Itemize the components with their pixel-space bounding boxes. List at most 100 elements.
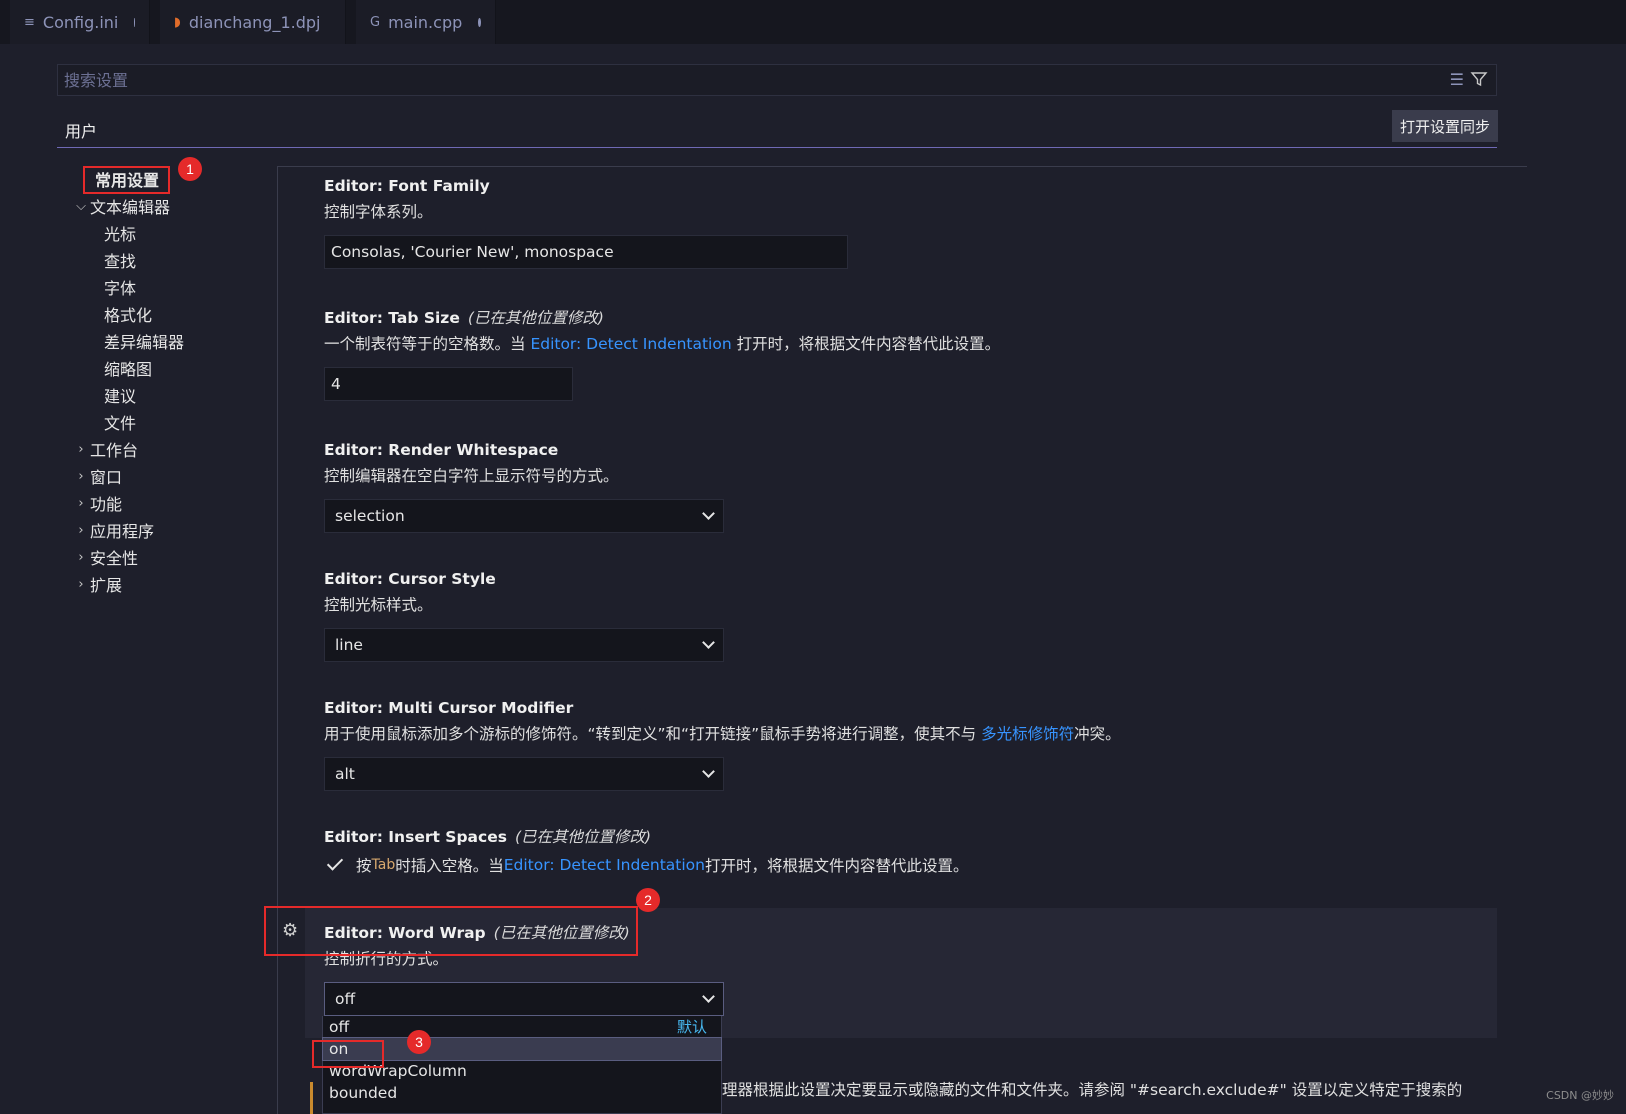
multi-cursor-modifier-link[interactable]: 多光标修饰符 [981, 725, 1074, 743]
tab-key-code: Tab [371, 857, 396, 873]
toc-item-text-editor[interactable]: ⌵ 文本编辑器 [72, 193, 170, 219]
chevron-down-icon [702, 507, 715, 520]
rss-icon: ◗ [174, 14, 181, 30]
desc-text: 打开时，将根据文件内容替代此设置。 [704, 857, 969, 875]
word-wrap-select[interactable]: off [324, 982, 724, 1016]
tab-main-cpp[interactable]: G main.cpp [356, 0, 496, 44]
toc-item-minimap[interactable]: 缩略图 [104, 355, 152, 381]
partial-setting-description: 理器根据此设置决定要显示或隐藏的文件和文件夹。请参阅 "#search.excl… [722, 1081, 1463, 1099]
setting-font-family: Editor: Font Family 控制字体系列。 [324, 173, 848, 269]
lines-icon: ≡ [24, 14, 35, 30]
option-label: off [329, 1018, 350, 1036]
settings-search-input[interactable] [58, 65, 1398, 95]
toc-item-files[interactable]: 文件 [104, 409, 136, 435]
toc-label: 缩略图 [104, 360, 153, 379]
desc-text: 打开时，将根据文件内容替代此设置。 [731, 335, 1001, 353]
font-family-input[interactable] [324, 235, 848, 269]
insert-spaces-row: 按 Tab 时插入空格。当 Editor: Detect Indentation… [324, 850, 968, 880]
setting-description: 用于使用鼠标添加多个游标的修饰符。“转到定义”和“打开链接”鼠标手势将进行调整，… [324, 721, 1121, 747]
dropdown-option-bounded[interactable]: bounded [323, 1082, 721, 1104]
settings-sync-button[interactable]: 打开设置同步 [1392, 110, 1498, 142]
clear-filter-icon[interactable]: ☰ [1450, 70, 1464, 89]
toc-item-cursor[interactable]: 光标 [104, 220, 136, 246]
select-value: line [335, 636, 363, 654]
detect-indentation-link[interactable]: Editor: Detect Indentation [530, 335, 731, 353]
annotation-box-2 [264, 906, 638, 956]
chevron-right-icon: › [78, 495, 84, 511]
setting-description: 控制光标样式。 [324, 596, 433, 614]
filter-icon[interactable] [1470, 70, 1488, 88]
select-value: off [335, 990, 356, 1008]
desc-text: 按 [356, 857, 372, 875]
toc-label: 查找 [104, 252, 137, 271]
unsaved-dot-icon[interactable] [478, 17, 481, 27]
chevron-down-icon: ⌵ [76, 198, 86, 214]
tab-underline [57, 147, 1497, 148]
toc-item-font[interactable]: 字体 [104, 274, 136, 300]
toc-divider [277, 166, 278, 1114]
toc-label: 字体 [104, 279, 137, 298]
chevron-right-icon: › [78, 576, 84, 592]
chevron-right-icon: › [78, 522, 84, 538]
setting-title: Editor: Cursor Style [324, 570, 496, 588]
toc-label: 应用程序 [90, 522, 155, 541]
cursor-style-select[interactable]: line [324, 628, 724, 662]
detect-indentation-link[interactable]: Editor: Detect Indentation [504, 856, 705, 874]
toc-item-suggest[interactable]: 建议 [104, 382, 136, 408]
dropdown-option-off[interactable]: off 默认 [323, 1016, 721, 1038]
desc-text: 一个制表符等于的空格数。当 [324, 335, 531, 353]
tab-dianchang-dpj[interactable]: ◗ dianchang_1.dpj [160, 0, 346, 44]
option-label: bounded [329, 1084, 398, 1102]
setting-render-whitespace: Editor: Render Whitespace 控制编辑器在空白字符上显示符… [324, 437, 724, 533]
setting-title: Editor: Tab Size (已在其他位置修改) [324, 305, 1000, 331]
annotation-badge-3: 3 [407, 1030, 431, 1054]
modified-elsewhere-label[interactable]: (已在其他位置修改) [468, 309, 604, 327]
unsaved-dot-icon[interactable] [134, 17, 135, 27]
modified-elsewhere-label[interactable]: (已在其他位置修改) [515, 828, 651, 846]
tab-size-input[interactable] [324, 367, 573, 401]
toc-item-application[interactable]: › 应用程序 [72, 517, 154, 543]
toc-item-format[interactable]: 格式化 [104, 301, 152, 327]
render-whitespace-select[interactable]: selection [324, 499, 724, 533]
toc-item-security[interactable]: › 安全性 [72, 544, 138, 570]
desc-text: 冲突。 [1074, 725, 1121, 743]
annotation-badge-1: 1 [178, 157, 202, 181]
select-value: alt [335, 765, 355, 783]
chevron-right-icon: › [78, 441, 84, 457]
toc-label: 窗口 [90, 468, 123, 487]
desc-text: 用于使用鼠标添加多个游标的修饰符。“转到定义”和“打开链接”鼠标手势将进行调整，… [324, 725, 982, 743]
tab-config-ini[interactable]: ≡ Config.ini [10, 0, 150, 44]
tab-label: dianchang_1.dpj [188, 12, 321, 32]
chevron-right-icon: › [78, 468, 84, 484]
toc-item-window[interactable]: › 窗口 [72, 463, 122, 489]
content-top-divider [277, 166, 1527, 167]
multi-cursor-modifier-select[interactable]: alt [324, 757, 724, 791]
chevron-right-icon: › [78, 549, 84, 565]
toc-item-find[interactable]: 查找 [104, 247, 136, 273]
setting-cursor-style: Editor: Cursor Style 控制光标样式。 line [324, 566, 724, 662]
setting-insert-spaces: Editor: Insert Spaces (已在其他位置修改) 按 Tab 时插… [324, 824, 968, 880]
editor-tab-bar: ≡ Config.ini ◗ dianchang_1.dpj G main.cp… [0, 0, 1626, 44]
select-value: selection [335, 507, 405, 525]
annotation-box-3 [312, 1040, 384, 1068]
modified-indicator-bar [310, 1082, 313, 1114]
toc-item-diff-editor[interactable]: 差异编辑器 [104, 328, 184, 354]
toc-item-features[interactable]: › 功能 [72, 490, 122, 516]
tab-user-settings[interactable]: 用户 [65, 118, 97, 142]
toc-label: 文件 [104, 414, 137, 433]
toc-label: 光标 [104, 225, 137, 244]
watermark: CSDN @妙妙 [1546, 1089, 1614, 1102]
setting-title-text: Editor: Tab Size [324, 309, 460, 327]
chevron-down-icon [702, 636, 715, 649]
toc-label: 建议 [104, 387, 137, 406]
insert-spaces-checkbox[interactable] [324, 854, 346, 876]
setting-title: Editor: Insert Spaces (已在其他位置修改) [324, 824, 968, 850]
setting-multi-cursor-modifier: Editor: Multi Cursor Modifier 用于使用鼠标添加多个… [324, 695, 1121, 791]
toc-label: 格式化 [104, 306, 153, 325]
toc-label: 功能 [90, 495, 123, 514]
toc-item-extensions[interactable]: › 扩展 [72, 571, 122, 597]
toc-label: 扩展 [90, 576, 123, 595]
tab-label: main.cpp [388, 12, 463, 32]
tab-label: Config.ini [42, 12, 119, 32]
toc-item-workbench[interactable]: › 工作台 [72, 436, 138, 462]
